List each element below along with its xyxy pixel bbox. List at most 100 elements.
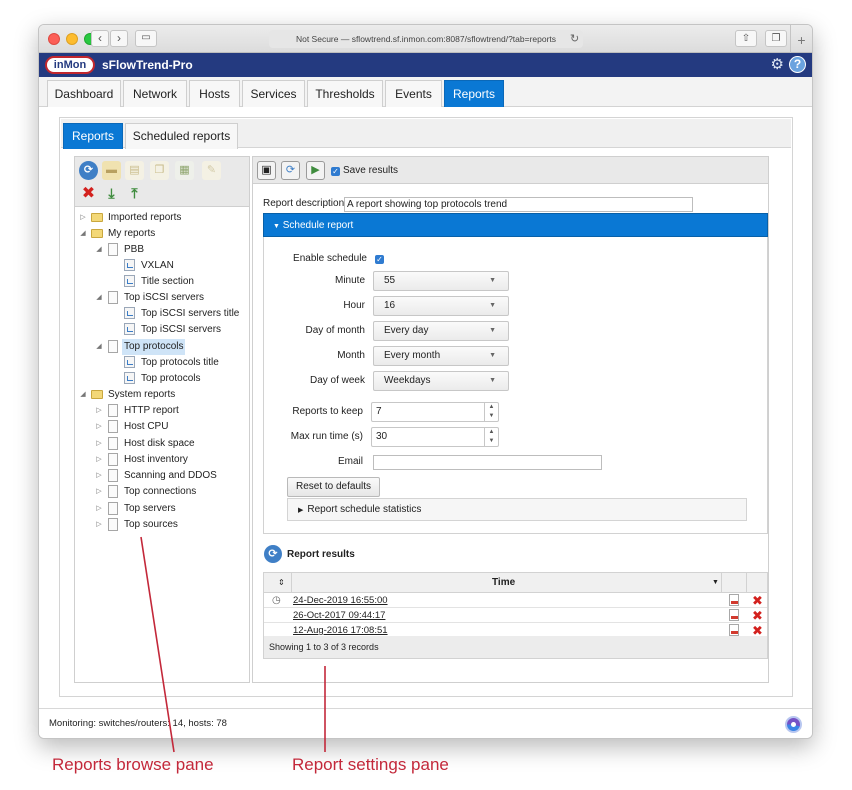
tree-item-top-iscsi-servers-title[interactable]: Top iSCSI servers title — [75, 306, 249, 322]
collapsed-triangle-icon[interactable]: ▷ — [95, 484, 103, 500]
pdf-icon[interactable] — [729, 624, 739, 636]
run-icon[interactable]: ▶ — [306, 161, 325, 180]
schedule-report-header[interactable]: ▼ Schedule report — [263, 213, 768, 237]
tree-item-top-protocols-title[interactable]: Top protocols title — [75, 355, 249, 371]
collapsed-triangle-icon[interactable]: ▷ — [95, 517, 103, 533]
collapsed-triangle-icon[interactable]: ▷ — [95, 419, 103, 435]
report-schedule-statistics[interactable]: ▶ Report schedule statistics — [287, 498, 747, 521]
pdf-icon[interactable] — [729, 609, 739, 621]
tab-dashboard[interactable]: Dashboard — [47, 80, 121, 107]
expanded-triangle-icon[interactable]: ◢ — [95, 242, 103, 258]
tree-item-top-protocols[interactable]: ◢ Top protocols — [75, 339, 249, 355]
close-window-button[interactable] — [48, 33, 60, 45]
tree-item-system-reports[interactable]: ◢ System reports — [75, 387, 249, 403]
table-row[interactable]: 26-Oct-2017 09:44:17 ✖ — [264, 608, 767, 623]
expanded-triangle-icon[interactable]: ◢ — [95, 290, 103, 306]
sidebar-toggle-icon[interactable]: ▭ — [135, 30, 157, 47]
tree-item-top-iscsi-servers-chart[interactable]: Top iSCSI servers — [75, 322, 249, 338]
back-icon[interactable]: ‹ — [91, 30, 109, 47]
tree-item-system-report[interactable]: ▷ Host CPU — [75, 419, 249, 435]
minimize-window-button[interactable] — [66, 33, 78, 45]
table-row[interactable]: ◷ 24-Dec-2019 16:55:00 ✖ — [264, 593, 767, 608]
day-of-week-select[interactable]: Weekdays ▼ — [373, 371, 509, 391]
reset-to-defaults-button[interactable]: Reset to defaults — [287, 477, 380, 497]
day-of-month-select[interactable]: Every day ▼ — [373, 321, 509, 341]
address-bar[interactable]: Not Secure — sflowtrend.sf.inmon.com:808… — [269, 30, 583, 48]
max-run-time-stepper[interactable]: 30 ▲ ▼ — [371, 427, 499, 447]
subtab-scheduled-reports[interactable]: Scheduled reports — [125, 123, 238, 149]
activity-pie-icon[interactable] — [785, 716, 802, 733]
edit-icon[interactable]: ✎ — [202, 161, 221, 180]
tree-item-imported-reports[interactable]: ▷ Imported reports — [75, 210, 249, 226]
expanded-triangle-icon[interactable]: ◢ — [79, 226, 87, 242]
tree-item-system-report[interactable]: ▷ HTTP report — [75, 403, 249, 419]
export-icon[interactable]: ⤒ — [125, 184, 144, 203]
enable-schedule-checkbox[interactable]: ✓ — [375, 255, 384, 264]
tree-item-system-report[interactable]: ▷ Top servers — [75, 501, 249, 517]
save-results-checkbox[interactable]: ✓ — [331, 167, 340, 176]
add-section-icon[interactable]: ▦ — [175, 161, 194, 180]
pdf-icon[interactable] — [729, 594, 739, 606]
collapsed-triangle-icon[interactable]: ▷ — [95, 501, 103, 517]
delete-icon[interactable]: ✖ — [79, 184, 98, 203]
tab-services[interactable]: Services — [242, 80, 305, 107]
new-tab-icon[interactable]: + — [790, 25, 812, 53]
tree-item-top-iscsi-servers[interactable]: ◢ Top iSCSI servers — [75, 290, 249, 306]
month-select[interactable]: Every month ▼ — [373, 346, 509, 366]
save-icon[interactable]: ▣ — [257, 161, 276, 180]
subtab-reports[interactable]: Reports — [63, 123, 123, 149]
day-of-month-label: Day of month — [305, 325, 365, 336]
gear-icon[interactable]: ⚙ — [771, 56, 784, 73]
refresh-icon[interactable]: ⟳ — [281, 161, 300, 180]
chart-section-icon — [124, 259, 135, 271]
hour-select[interactable]: 16 ▼ — [373, 296, 509, 316]
tree-item-system-report[interactable]: ▷ Host disk space — [75, 436, 249, 452]
import-icon[interactable]: ⤓ — [102, 184, 121, 203]
collapsed-triangle-icon[interactable]: ▷ — [95, 468, 103, 484]
expanded-triangle-icon[interactable]: ◢ — [95, 339, 103, 355]
run-report-icon[interactable]: ⟳ — [79, 161, 98, 180]
email-input[interactable] — [373, 455, 602, 470]
report-description-input[interactable]: A report showing top protocols trend — [344, 197, 693, 212]
report-settings-pane: ▣ ⟳ ▶ ✓ Save results Report description … — [252, 156, 769, 683]
help-icon[interactable]: ? — [789, 56, 806, 73]
delete-icon[interactable]: ✖ — [752, 593, 763, 608]
tree-item-system-report[interactable]: ▷ Scanning and DDOS — [75, 468, 249, 484]
reload-icon[interactable]: ↻ — [570, 30, 579, 48]
tab-events[interactable]: Events — [385, 80, 442, 107]
tree-item-system-report[interactable]: ▷ Top sources — [75, 517, 249, 533]
tab-network[interactable]: Network — [123, 80, 187, 107]
time-column-header[interactable]: Time — [492, 573, 515, 593]
spinner-arrows-icon[interactable]: ▲ ▼ — [484, 428, 498, 446]
collapsed-triangle-icon[interactable]: ▷ — [95, 403, 103, 419]
tree-item-my-reports[interactable]: ◢ My reports — [75, 226, 249, 242]
delete-icon[interactable]: ✖ — [752, 608, 763, 623]
tab-hosts[interactable]: Hosts — [189, 80, 240, 107]
collapsed-triangle-icon[interactable]: ▷ — [95, 436, 103, 452]
tree-item-system-report[interactable]: ▷ Host inventory — [75, 452, 249, 468]
collapsed-triangle-icon[interactable]: ▷ — [79, 210, 87, 226]
share-icon[interactable]: ⇧ — [735, 30, 757, 47]
tree-item-top-protocols-chart[interactable]: Top protocols — [75, 371, 249, 387]
spinner-arrows-icon[interactable]: ▲ ▼ — [484, 403, 498, 421]
tree-item-system-report[interactable]: ▷ Top connections — [75, 484, 249, 500]
tree-item-vxlan[interactable]: VXLAN — [75, 258, 249, 274]
chevron-down-icon[interactable]: ▼ — [712, 573, 719, 593]
collapsed-triangle-icon[interactable]: ▷ — [95, 452, 103, 468]
tree-item-title-section[interactable]: Title section — [75, 274, 249, 290]
reports-to-keep-stepper[interactable]: 7 ▲ ▼ — [371, 402, 499, 422]
chart-section-icon — [124, 275, 135, 287]
expanded-triangle-icon[interactable]: ◢ — [79, 387, 87, 403]
minute-select[interactable]: 55 ▼ — [373, 271, 509, 291]
tab-reports[interactable]: Reports — [444, 80, 504, 107]
copy-report-icon[interactable]: ❐ — [150, 161, 169, 180]
new-report-icon[interactable]: ▤ — [125, 161, 144, 180]
minute-label: Minute — [334, 275, 365, 286]
tabs-overview-icon[interactable]: ❐ — [765, 30, 787, 47]
tree-item-pbb[interactable]: ◢ PBB — [75, 242, 249, 258]
forward-icon[interactable]: › — [110, 30, 128, 47]
new-folder-icon[interactable]: ▬ — [102, 161, 121, 180]
sort-icon[interactable]: ⇕ — [278, 573, 285, 593]
table-footer: Showing 1 to 3 of 3 records — [264, 636, 767, 658]
tab-thresholds[interactable]: Thresholds — [307, 80, 383, 107]
